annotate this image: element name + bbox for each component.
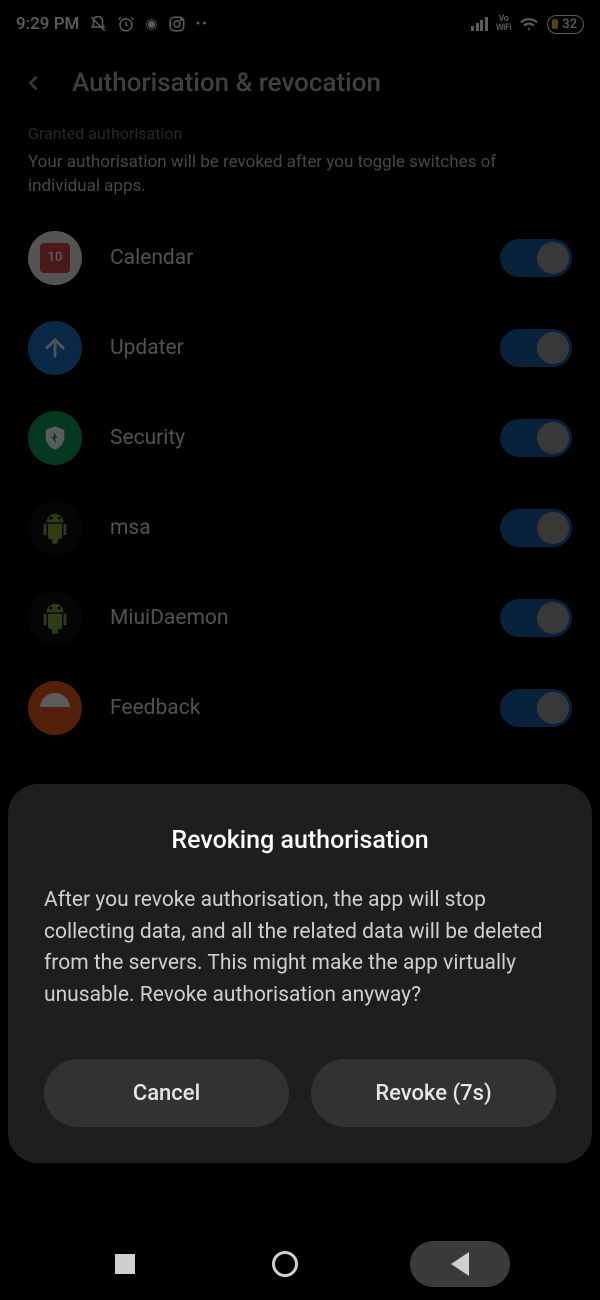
dialog-body: After you revoke authorisation, the app … (44, 885, 556, 1011)
dialog-title: Revoking authorisation (44, 826, 556, 855)
nav-bar (0, 1228, 600, 1300)
recent-apps-button[interactable] (90, 1241, 160, 1287)
home-button[interactable] (250, 1241, 320, 1287)
cancel-button[interactable]: Cancel (44, 1059, 289, 1127)
back-nav-button[interactable] (410, 1241, 510, 1287)
revoke-dialog: Revoking authorisation After you revoke … (8, 784, 592, 1163)
revoke-button[interactable]: Revoke (7s) (311, 1059, 556, 1127)
